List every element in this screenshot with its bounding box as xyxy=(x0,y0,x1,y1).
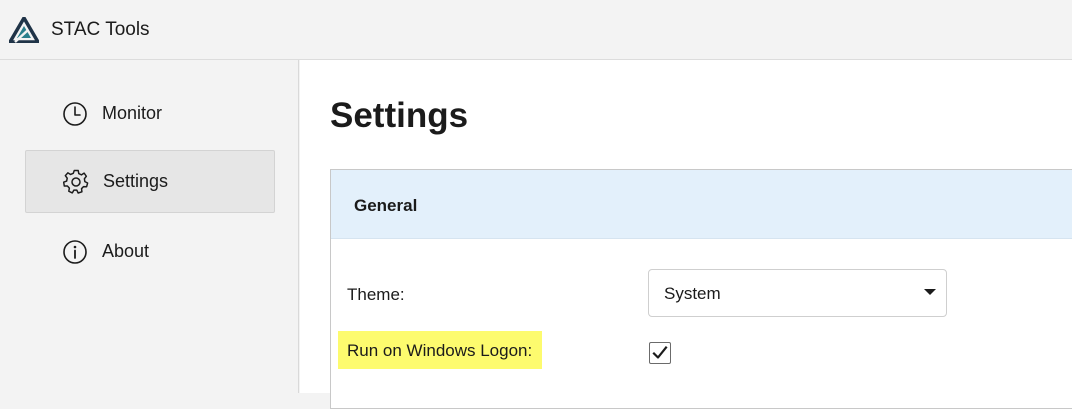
theme-select[interactable]: System xyxy=(648,269,947,317)
chevron-down-icon xyxy=(924,289,936,295)
checkmark-icon xyxy=(652,345,668,359)
settings-section-general: General Theme: System Run on Windows Log… xyxy=(330,169,1072,409)
theme-select-value: System xyxy=(664,284,721,303)
section-title: General xyxy=(354,196,418,215)
clock-icon xyxy=(63,101,87,126)
run-on-logon-label: Run on Windows Logon: xyxy=(338,331,543,369)
sidebar: Monitor Settings About xyxy=(0,60,299,393)
stac-logo-icon xyxy=(9,17,39,43)
theme-label: Theme: xyxy=(347,285,405,304)
gear-icon xyxy=(63,169,89,194)
sidebar-item-label: Monitor xyxy=(102,103,163,123)
title-bar: STAC Tools xyxy=(0,0,1072,60)
run-on-logon-checkbox[interactable] xyxy=(649,342,671,364)
sidebar-item-settings[interactable]: Settings xyxy=(25,150,275,213)
sidebar-item-label: Settings xyxy=(103,171,169,191)
section-header: General xyxy=(331,170,1072,239)
main-content: Settings General Theme: System Run on Wi… xyxy=(300,60,1072,409)
sidebar-item-about[interactable]: About xyxy=(25,220,275,283)
app-title: STAC Tools xyxy=(51,19,150,40)
sidebar-item-label: About xyxy=(102,241,150,261)
info-icon xyxy=(63,239,87,264)
page-title: Settings xyxy=(330,96,469,135)
sidebar-item-monitor[interactable]: Monitor xyxy=(25,82,275,145)
